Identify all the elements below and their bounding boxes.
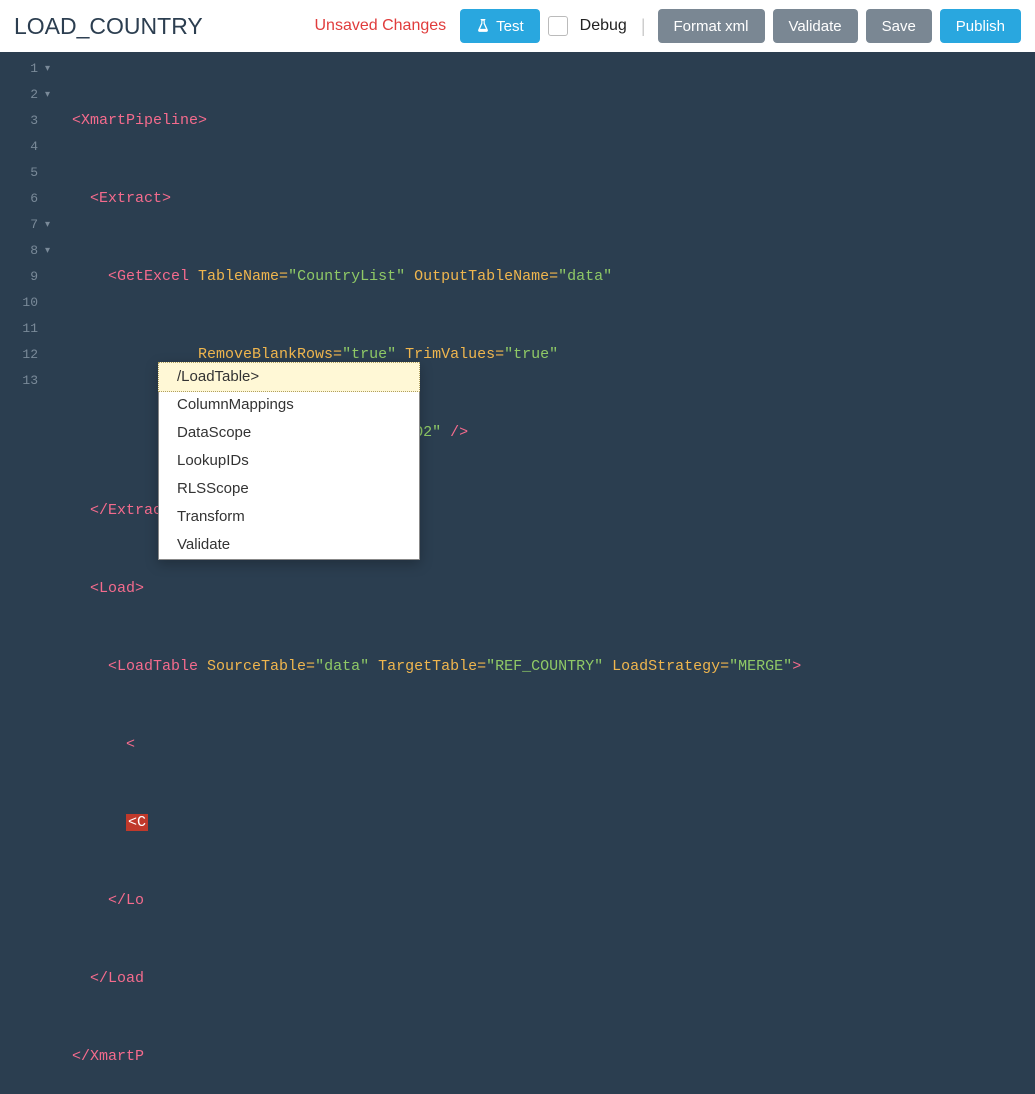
code-token: </XmartP	[72, 1048, 144, 1065]
test-button[interactable]: Test	[460, 9, 540, 43]
autocomplete-item[interactable]: LookupIDs	[159, 447, 419, 475]
debug-label: Debug	[580, 17, 627, 35]
unsaved-changes-label: Unsaved Changes	[315, 17, 447, 35]
code-token: TargetTable=	[369, 658, 486, 675]
line-number: 8	[0, 238, 52, 264]
test-button-label: Test	[496, 18, 524, 35]
line-number: 3	[0, 108, 52, 134]
code-token: RemoveBlankRows=	[198, 346, 342, 363]
code-token: "true"	[504, 346, 558, 363]
autocomplete-item[interactable]: /LoadTable>	[158, 362, 420, 392]
code-token: <GetExcel	[108, 268, 189, 285]
line-number: 7	[0, 212, 52, 238]
line-gutter: 1 2 3 4 5 6 7 8 9 10 11 12 13	[0, 52, 52, 394]
code-token: "data"	[315, 658, 369, 675]
code-token: TrimValues=	[396, 346, 504, 363]
line-number: 11	[0, 316, 52, 342]
line-number: 13	[0, 368, 52, 394]
code-token: </Lo	[108, 892, 144, 909]
line-number: 9	[0, 264, 52, 290]
line-number: 5	[0, 160, 52, 186]
code-token: <XmartPipeline>	[72, 112, 207, 129]
autocomplete-item[interactable]: Transform	[159, 503, 419, 531]
code-token: "CountryList"	[288, 268, 405, 285]
autocomplete-item[interactable]: RLSScope	[159, 475, 419, 503]
code-token: <Load>	[90, 580, 144, 597]
autocomplete-item[interactable]: DataScope	[159, 419, 419, 447]
code-token: </Load	[90, 970, 144, 987]
line-number: 10	[0, 290, 52, 316]
code-token: LoadStrategy=	[603, 658, 729, 675]
code-token: />	[441, 424, 468, 441]
page-title: LOAD_COUNTRY	[14, 13, 307, 40]
code-editor[interactable]: 1 2 3 4 5 6 7 8 9 10 11 12 13 <XmartPipe…	[0, 52, 1035, 1094]
flask-icon	[476, 19, 490, 33]
autocomplete-item[interactable]: Validate	[159, 531, 419, 559]
format-xml-button[interactable]: Format xml	[658, 9, 765, 43]
code-token: <	[126, 736, 135, 753]
code-token: "data"	[558, 268, 612, 285]
line-number: 2	[0, 82, 52, 108]
debug-checkbox[interactable]	[548, 16, 568, 36]
code-token: <LoadTable	[108, 658, 198, 675]
line-number: 4	[0, 134, 52, 160]
code-content[interactable]: <XmartPipeline> <Extract> <GetExcel Tabl…	[52, 52, 1035, 1094]
autocomplete-item[interactable]: ColumnMappings	[159, 391, 419, 419]
line-number: 1	[0, 56, 52, 82]
code-token: <Extract>	[90, 190, 171, 207]
divider: |	[641, 16, 646, 37]
code-error-token: <C	[126, 814, 148, 831]
validate-button[interactable]: Validate	[773, 9, 858, 43]
code-token: >	[792, 658, 801, 675]
code-token: OutputTableName=	[405, 268, 558, 285]
autocomplete-popup[interactable]: /LoadTable> ColumnMappings DataScope Loo…	[158, 362, 420, 560]
code-token: "REF_COUNTRY"	[486, 658, 603, 675]
header-bar: LOAD_COUNTRY Unsaved Changes Test Debug …	[0, 0, 1035, 52]
code-token: TableName=	[189, 268, 288, 285]
code-token: "MERGE"	[729, 658, 792, 675]
line-number: 6	[0, 186, 52, 212]
publish-button[interactable]: Publish	[940, 9, 1021, 43]
save-button[interactable]: Save	[866, 9, 932, 43]
line-number: 12	[0, 342, 52, 368]
code-token: "true"	[342, 346, 396, 363]
code-token: SourceTable=	[198, 658, 315, 675]
